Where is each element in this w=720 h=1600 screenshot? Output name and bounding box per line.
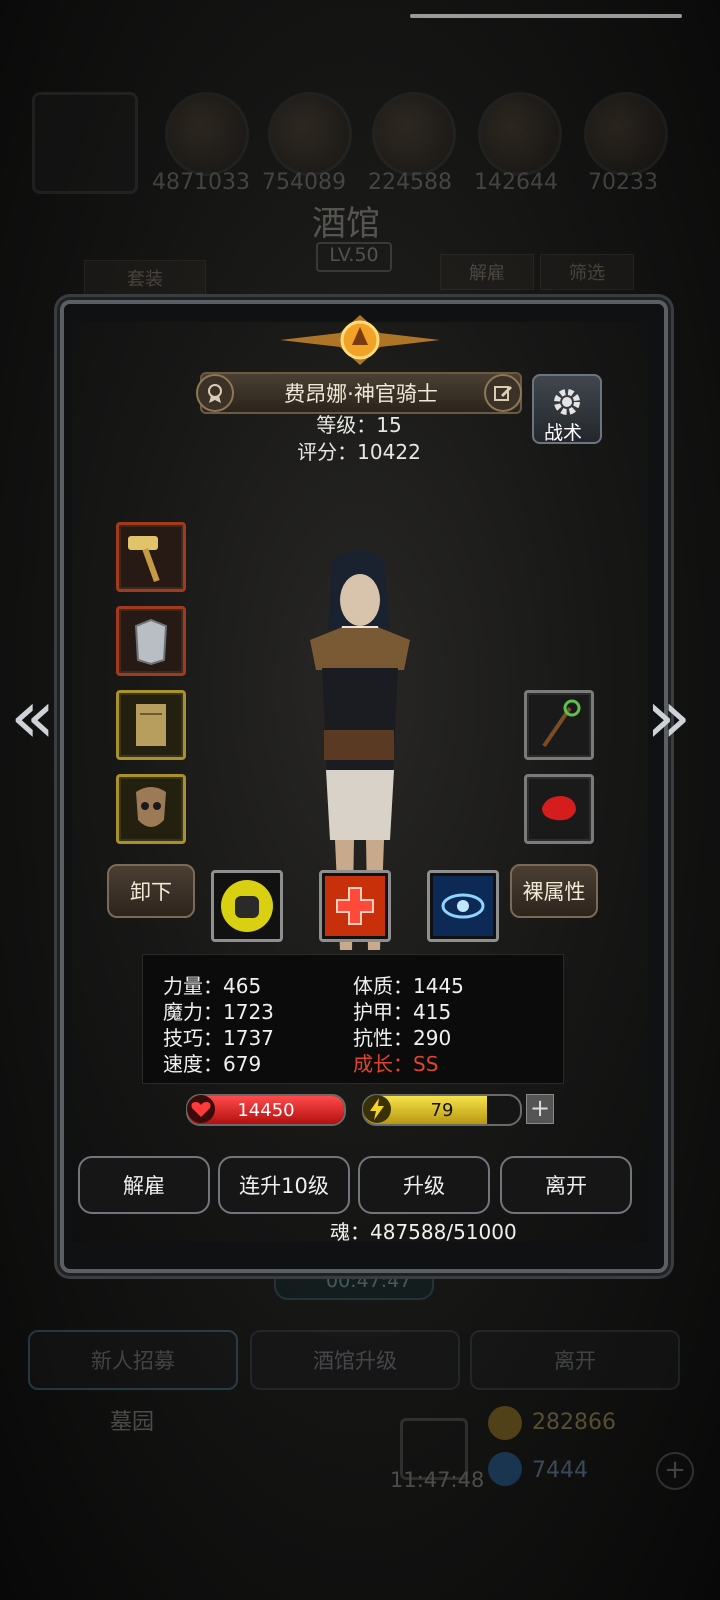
status-bar-indicator bbox=[410, 14, 682, 18]
helmet-slot[interactable] bbox=[116, 774, 186, 844]
upgrade-button[interactable]: 升级 bbox=[358, 1156, 490, 1214]
resource-value: 4871033 bbox=[152, 170, 250, 195]
clock-text: 11:47:48 bbox=[390, 1468, 485, 1492]
gear-icon bbox=[554, 389, 580, 415]
stat-constitution: 体质：1445 bbox=[353, 974, 464, 998]
gem-icon bbox=[542, 796, 576, 821]
resource-value: 224588 bbox=[368, 170, 452, 195]
stat-magic: 魔力：1723 bbox=[163, 1000, 274, 1024]
tavern-upgrade-button[interactable]: 酒馆升级 bbox=[250, 1330, 460, 1390]
resource-value: 70233 bbox=[588, 170, 658, 195]
soul-count: 魂：487588/51000 bbox=[330, 1220, 517, 1244]
tactics-label: 战术 bbox=[544, 422, 583, 444]
cemetery-label: 墓园 bbox=[110, 1410, 155, 1435]
unequip-button[interactable]: 卸下 bbox=[107, 864, 195, 918]
resource-value: 142644 bbox=[474, 170, 558, 195]
hammer-icon bbox=[128, 536, 160, 583]
set-tab[interactable]: 套装 bbox=[84, 260, 206, 296]
add-energy-button[interactable]: + bbox=[526, 1094, 554, 1124]
eye-icon bbox=[433, 876, 493, 936]
stat-speed: 速度：679 bbox=[163, 1052, 262, 1076]
armor-icon bbox=[134, 618, 168, 666]
skill-slot-1[interactable] bbox=[211, 870, 283, 942]
next-hero-arrow[interactable]: » bbox=[646, 680, 691, 754]
staff-icon bbox=[542, 699, 581, 748]
hero-level: 等级：15 bbox=[316, 413, 402, 437]
hero-name-bar: 费昂娜·神官骑士 bbox=[200, 372, 522, 414]
fist-icon bbox=[221, 880, 273, 932]
weapon-slot[interactable] bbox=[116, 522, 186, 592]
dismiss-tab[interactable]: 解雇 bbox=[440, 254, 534, 290]
level-up-10-button[interactable]: 连升10级 bbox=[218, 1156, 350, 1214]
iron-resource-icon bbox=[372, 92, 456, 176]
skill-slot-3[interactable] bbox=[427, 870, 499, 942]
stone-resource-icon bbox=[268, 92, 352, 176]
mask-icon bbox=[136, 787, 166, 827]
skill-slot-2[interactable] bbox=[319, 870, 391, 942]
leave-tavern-button[interactable]: 离开 bbox=[470, 1330, 680, 1390]
panel-emblem bbox=[280, 315, 440, 365]
scroll-icon bbox=[136, 704, 166, 746]
add-button[interactable]: + bbox=[656, 1452, 694, 1490]
lightning-icon bbox=[363, 1095, 391, 1123]
offhand-slot[interactable] bbox=[524, 690, 594, 760]
gem-icon bbox=[488, 1452, 522, 1486]
gem-slot[interactable] bbox=[524, 774, 594, 844]
ore-resource-icon bbox=[584, 92, 668, 176]
leave-button[interactable]: 离开 bbox=[500, 1156, 632, 1214]
rename-icon[interactable] bbox=[484, 374, 522, 412]
gold-amount: 282866 bbox=[532, 1410, 616, 1435]
hero-score: 评分：10422 bbox=[297, 440, 421, 464]
stat-resistance: 抗性：290 bbox=[353, 1026, 452, 1050]
filter-tab[interactable]: 筛选 bbox=[540, 254, 634, 290]
wood-resource-icon bbox=[165, 92, 249, 176]
tavern-level: LV.50 bbox=[316, 242, 392, 272]
medal-icon[interactable] bbox=[196, 374, 234, 412]
stat-armor: 护甲：415 bbox=[353, 1000, 452, 1024]
timer-text: 00:47:47 bbox=[326, 1270, 412, 1292]
heart-icon bbox=[187, 1095, 215, 1123]
previous-hero-arrow[interactable]: « bbox=[10, 680, 55, 754]
resource-value: 754089 bbox=[262, 170, 346, 195]
recruit-button[interactable]: 新人招募 bbox=[28, 1330, 238, 1390]
tavern-title: 酒馆 bbox=[312, 204, 380, 244]
gem-amount: 7444 bbox=[532, 1458, 588, 1483]
stat-growth: 成长：SS bbox=[353, 1052, 439, 1076]
crystal-resource-icon bbox=[478, 92, 562, 176]
hero-name: 费昂娜·神官骑士 bbox=[284, 382, 438, 406]
dismiss-button[interactable]: 解雇 bbox=[78, 1156, 210, 1214]
tactics-button[interactable]: 战术 bbox=[532, 374, 602, 444]
base-attributes-button[interactable]: 裸属性 bbox=[510, 864, 598, 918]
gold-coin-icon bbox=[488, 1406, 522, 1440]
stat-skill: 技巧：1737 bbox=[163, 1026, 274, 1050]
accessory-slot[interactable] bbox=[116, 690, 186, 760]
hero-portrait-slot bbox=[32, 92, 138, 194]
heal-cross-icon bbox=[325, 876, 385, 936]
armor-slot[interactable] bbox=[116, 606, 186, 676]
stat-strength: 力量：465 bbox=[163, 974, 262, 998]
